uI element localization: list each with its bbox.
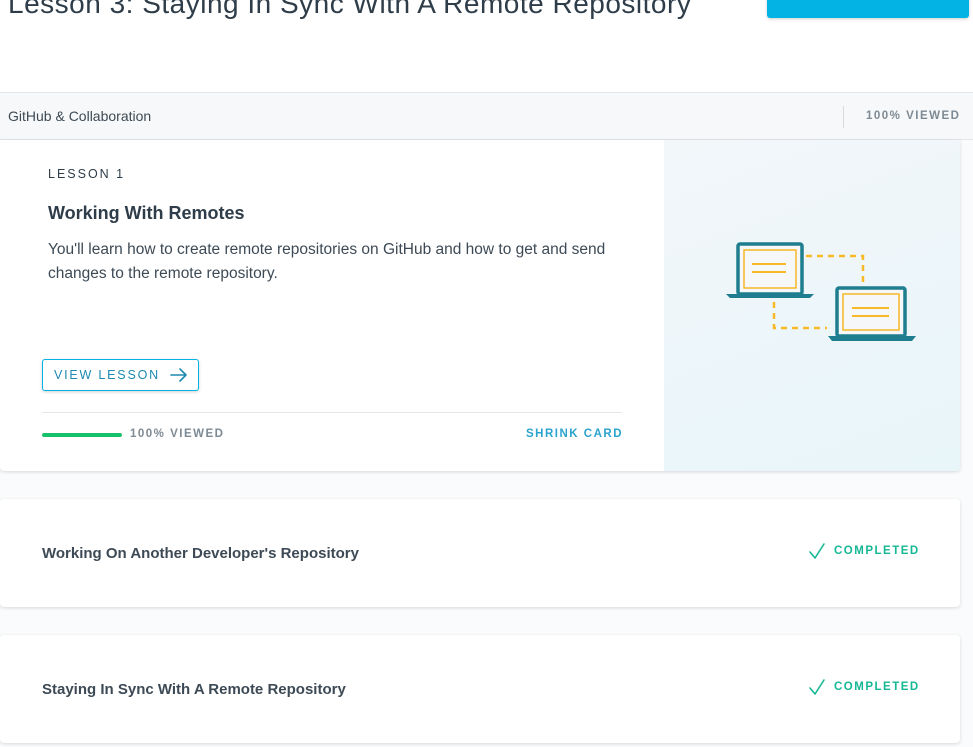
arrow-right-icon [170,368,187,382]
lesson-illustration [664,140,960,471]
lesson-status: COMPLETED [808,542,920,560]
course-bar: GitHub & Collaboration 100% VIEWED [0,92,973,140]
view-lesson-button[interactable]: VIEW LESSON [42,359,199,391]
lesson-card-title[interactable]: Working On Another Developer's Repositor… [42,545,359,562]
lesson-card[interactable]: Staying In Sync With A Remote Repository… [0,635,960,743]
page: Lesson 3: Staying In Sync With A Remote … [0,0,973,747]
course-title[interactable]: GitHub & Collaboration [8,108,151,124]
course-progress-text: 100% VIEWED [866,110,961,122]
lesson-status-label: COMPLETED [834,545,920,557]
shrink-card-button[interactable]: SHRINK CARD [526,428,623,440]
lesson-card[interactable]: Working On Another Developer's Repositor… [0,499,960,607]
check-icon [809,679,825,695]
lesson-progress-text: 100% VIEWED [130,428,225,440]
lesson-progress-bar [42,433,122,437]
page-title: Lesson 3: Staying In Sync With A Remote … [8,0,692,19]
lesson-status: COMPLETED [808,678,920,696]
lesson-card-title[interactable]: Staying In Sync With A Remote Repository [42,681,346,698]
page-header: Lesson 3: Staying In Sync With A Remote … [0,0,973,92]
card-divider [42,412,622,413]
lesson-description: You'll learn how to create remote reposi… [48,241,606,282]
laptops-sync-illustration-icon [726,242,916,341]
view-lesson-label: VIEW LESSON [54,368,160,382]
lesson-progress-fill [42,433,122,437]
check-icon [809,543,825,559]
lesson-status-label: COMPLETED [834,681,920,693]
lesson-card-expanded: LESSON 1 Working With Remotes You'll lea… [0,140,960,471]
course-bar-divider [843,106,844,128]
lesson-title: Working With Remotes [48,203,245,223]
top-action-button[interactable] [767,0,969,18]
lesson-label: LESSON 1 [48,167,126,181]
